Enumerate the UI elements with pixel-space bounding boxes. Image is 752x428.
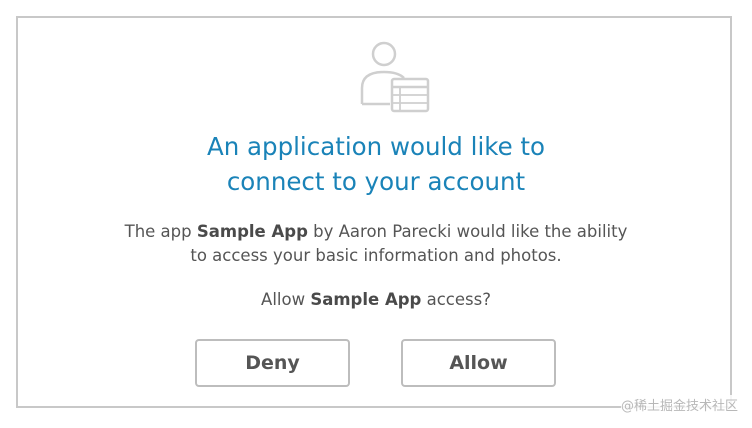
description-middle: by Aaron Parecki would like the ability <box>307 222 628 241</box>
deny-button[interactable]: Deny <box>195 339 350 387</box>
question-app-name: Sample App <box>310 290 422 309</box>
allow-question: Allow Sample App access? <box>18 288 734 312</box>
heading-line-2: connect to your account <box>226 167 526 196</box>
app-name: Sample App <box>196 222 308 241</box>
question-prefix: Allow <box>261 290 311 309</box>
question-suffix: access? <box>421 290 491 309</box>
dialog-heading: An application would like to connect to … <box>18 129 734 199</box>
watermark: @稀土掘金技术社区 <box>620 395 738 414</box>
description-prefix: The app <box>124 222 197 241</box>
allow-button[interactable]: Allow <box>401 339 556 387</box>
heading-line-1: An application would like to <box>206 132 546 161</box>
permission-description: The app Sample App by Aaron Parecki woul… <box>18 220 734 268</box>
description-line-1: The app Sample App by Aaron Parecki woul… <box>18 220 734 244</box>
user-with-window-icon <box>354 40 434 116</box>
description-line-2: to access your basic information and pho… <box>190 246 562 265</box>
authorization-dialog: An application would like to connect to … <box>16 16 732 408</box>
